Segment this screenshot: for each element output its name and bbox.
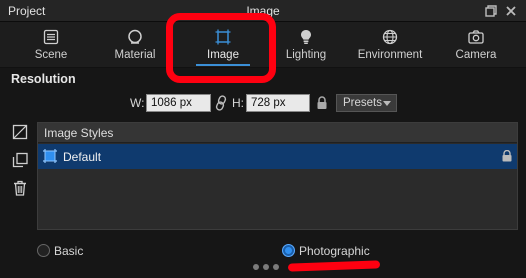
height-label: H: bbox=[232, 96, 244, 110]
radio-button[interactable] bbox=[37, 244, 50, 257]
image-styles-panel: Image Styles Default bbox=[37, 122, 518, 230]
material-icon bbox=[128, 29, 142, 44]
annotation-box bbox=[166, 13, 276, 83]
page-dot[interactable] bbox=[263, 264, 269, 270]
annotation-underline bbox=[287, 260, 381, 272]
tab-environment[interactable]: Environment bbox=[352, 22, 428, 68]
page-dot[interactable] bbox=[273, 264, 279, 270]
image-styles-header: Image Styles bbox=[38, 123, 517, 143]
bulb-icon bbox=[301, 30, 311, 44]
resolution-row: W: 1086 px H: 728 px Presets bbox=[0, 94, 526, 112]
globe-icon bbox=[382, 29, 398, 45]
list-item[interactable]: Default bbox=[38, 144, 517, 169]
lock-icon[interactable] bbox=[316, 96, 328, 110]
page-dot[interactable] bbox=[253, 264, 259, 270]
presets-dropdown[interactable]: Presets bbox=[336, 94, 397, 112]
radio-button[interactable] bbox=[282, 244, 295, 257]
tab-lighting[interactable]: Lighting bbox=[276, 22, 336, 68]
tab-camera[interactable]: Camera bbox=[448, 22, 504, 68]
radio-basic[interactable]: Basic bbox=[37, 244, 97, 260]
restore-icon[interactable] bbox=[484, 4, 498, 18]
width-field[interactable]: 1086 px bbox=[146, 94, 211, 112]
height-field[interactable]: 728 px bbox=[246, 94, 310, 112]
trash-icon[interactable] bbox=[11, 179, 29, 197]
camera-icon bbox=[468, 30, 484, 44]
link-chain-icon[interactable] bbox=[214, 95, 228, 111]
tab-label: Material bbox=[114, 49, 156, 61]
radio-label: Basic bbox=[54, 244, 84, 258]
chevron-down-icon bbox=[383, 101, 391, 106]
image-styles-title: Image Styles bbox=[44, 126, 114, 140]
presets-label: Presets bbox=[343, 97, 382, 109]
tab-label: Scene bbox=[34, 49, 68, 61]
tab-material[interactable]: Material bbox=[104, 22, 166, 68]
tab-scene[interactable]: Scene bbox=[20, 22, 82, 68]
radio-label: Photographic bbox=[299, 244, 370, 258]
close-icon[interactable] bbox=[504, 4, 518, 18]
width-label: W: bbox=[130, 96, 145, 110]
page-indicator[interactable] bbox=[253, 264, 283, 270]
tab-label: Lighting bbox=[285, 49, 327, 61]
style-name: Default bbox=[63, 150, 102, 164]
new-style-icon[interactable] bbox=[11, 123, 29, 141]
tab-label: Environment bbox=[357, 49, 423, 61]
resolution-heading: Resolution bbox=[11, 72, 76, 86]
scene-icon bbox=[43, 29, 59, 45]
tab-label: Camera bbox=[455, 49, 497, 61]
lock-icon bbox=[502, 150, 512, 162]
radio-photographic[interactable]: Photographic bbox=[282, 244, 372, 260]
duplicate-style-icon[interactable] bbox=[11, 151, 29, 169]
image-frame-icon bbox=[43, 149, 57, 163]
